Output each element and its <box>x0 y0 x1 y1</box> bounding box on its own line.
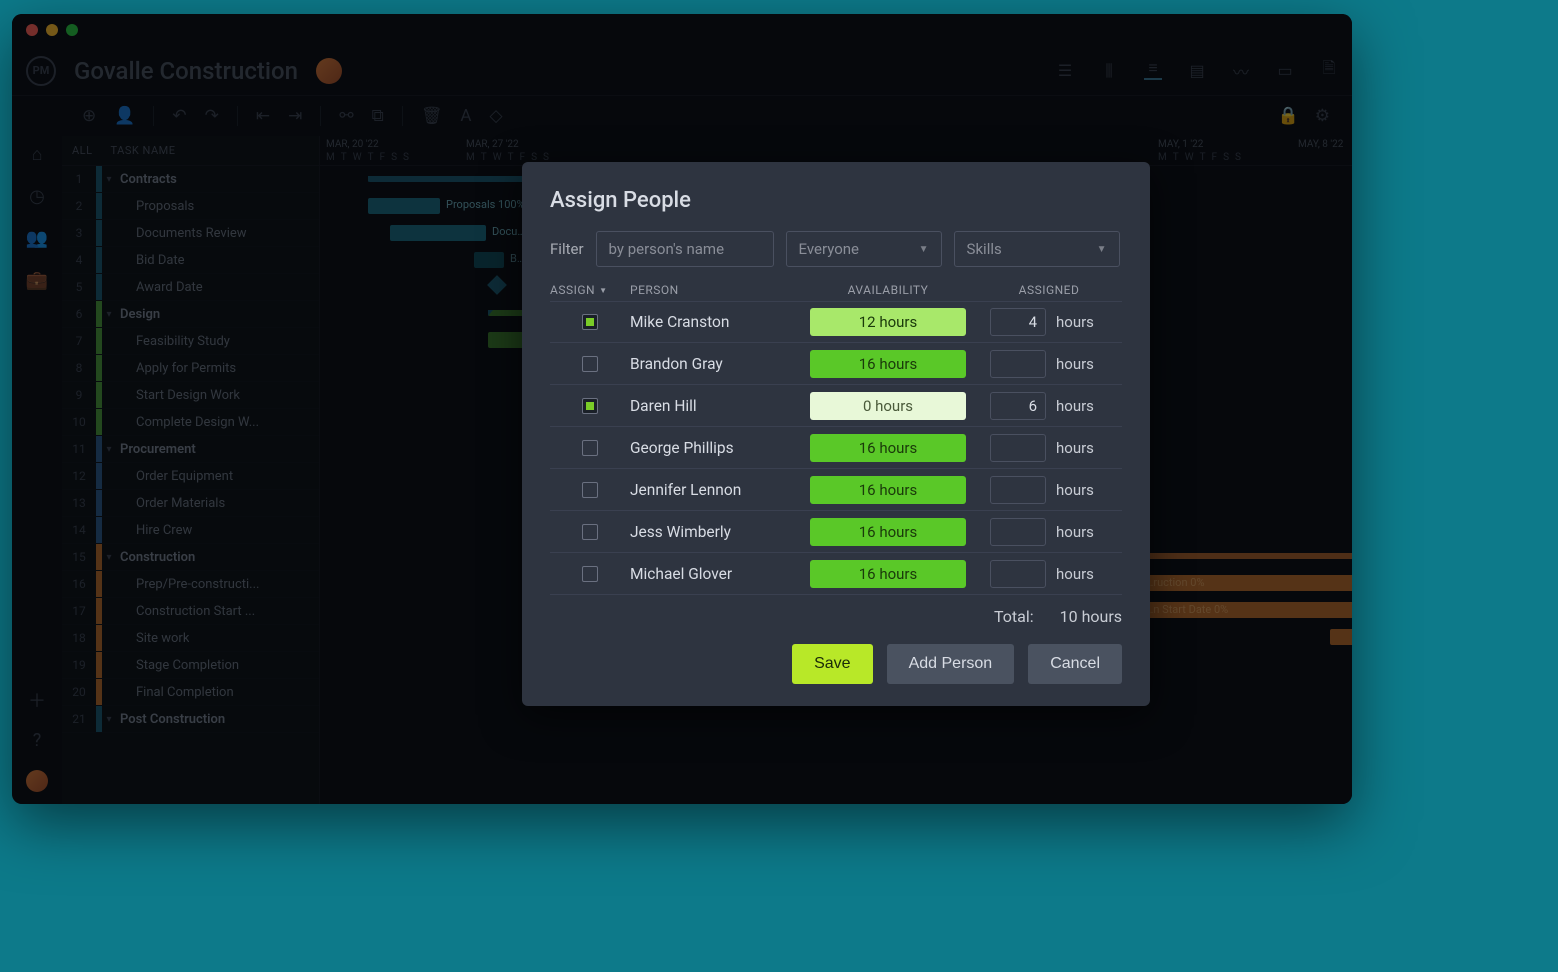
person-row: George Phillips 16 hours hours <box>550 427 1122 469</box>
assigned-hours-input[interactable] <box>990 476 1046 504</box>
modal-title: Assign People <box>550 188 1122 213</box>
hours-label: hours <box>1056 439 1094 457</box>
modal-buttons: Save Add Person Cancel <box>550 644 1122 684</box>
assign-checkbox[interactable] <box>582 440 598 456</box>
filter-skills-select[interactable]: Skills ▼ <box>954 231 1120 267</box>
availability-pill: 16 hours <box>810 476 966 504</box>
hours-label: hours <box>1056 313 1094 331</box>
availability-pill: 12 hours <box>810 308 966 336</box>
col-availability[interactable]: AVAILABILITY <box>800 283 976 297</box>
col-assigned[interactable]: ASSIGNED <box>976 283 1122 297</box>
add-person-button[interactable]: Add Person <box>887 644 1015 684</box>
hours-label: hours <box>1056 481 1094 499</box>
cancel-button[interactable]: Cancel <box>1028 644 1122 684</box>
person-name: Mike Cranston <box>630 313 800 331</box>
col-person[interactable]: PERSON <box>630 283 800 297</box>
people-column-headers: ASSIGN▼ PERSON AVAILABILITY ASSIGNED <box>550 283 1122 297</box>
assigned-hours-input[interactable] <box>990 560 1046 588</box>
chevron-down-icon: ▼ <box>1097 244 1107 255</box>
filter-label: Filter <box>550 240 584 258</box>
filter-name-input[interactable]: by person's name <box>596 231 774 267</box>
assign-checkbox[interactable] <box>582 356 598 372</box>
total-row: Total: 10 hours <box>550 607 1122 626</box>
assign-checkbox[interactable] <box>582 566 598 582</box>
availability-pill: 16 hours <box>810 560 966 588</box>
assigned-hours-input[interactable] <box>990 350 1046 378</box>
save-button[interactable]: Save <box>792 644 872 684</box>
availability-pill: 16 hours <box>810 350 966 378</box>
person-name: Jess Wimberly <box>630 523 800 541</box>
assigned-hours-input[interactable]: 4 <box>990 308 1046 336</box>
people-list: Mike Cranston 12 hours 4 hours Brandon Gray 1… <box>550 301 1122 595</box>
total-label: Total: <box>994 607 1034 626</box>
availability-pill: 16 hours <box>810 518 966 546</box>
chevron-down-icon: ▼ <box>919 244 929 255</box>
filter-everyone-select[interactable]: Everyone ▼ <box>786 231 942 267</box>
assign-checkbox[interactable] <box>582 398 598 414</box>
assign-checkbox[interactable] <box>582 482 598 498</box>
person-row: Jennifer Lennon 16 hours hours <box>550 469 1122 511</box>
person-row: Daren Hill 0 hours 6 hours <box>550 385 1122 427</box>
assigned-hours-input[interactable]: 6 <box>990 392 1046 420</box>
filter-row: Filter by person's name Everyone ▼ Skill… <box>550 231 1122 267</box>
person-row: Mike Cranston 12 hours 4 hours <box>550 301 1122 343</box>
person-row: Brandon Gray 16 hours hours <box>550 343 1122 385</box>
total-value: 10 hours <box>1060 607 1122 626</box>
assign-people-modal: Assign People Filter by person's name Ev… <box>522 162 1150 706</box>
assign-checkbox[interactable] <box>582 524 598 540</box>
assigned-hours-input[interactable] <box>990 518 1046 546</box>
col-assign[interactable]: ASSIGN▼ <box>550 283 630 297</box>
person-name: Brandon Gray <box>630 355 800 373</box>
app-window: PM Govalle Construction ☰ ⫼ ≡ ▤ 〰 ▭ 🗎 ⊕ … <box>12 14 1352 804</box>
person-row: Jess Wimberly 16 hours hours <box>550 511 1122 553</box>
hours-label: hours <box>1056 397 1094 415</box>
hours-label: hours <box>1056 523 1094 541</box>
hours-label: hours <box>1056 355 1094 373</box>
availability-pill: 16 hours <box>810 434 966 462</box>
person-name: George Phillips <box>630 439 800 457</box>
hours-label: hours <box>1056 565 1094 583</box>
person-name: Daren Hill <box>630 397 800 415</box>
person-row: Michael Glover 16 hours hours <box>550 553 1122 595</box>
availability-pill: 0 hours <box>810 392 966 420</box>
assigned-hours-input[interactable] <box>990 434 1046 462</box>
person-name: Jennifer Lennon <box>630 481 800 499</box>
assign-checkbox[interactable] <box>582 314 598 330</box>
person-name: Michael Glover <box>630 565 800 583</box>
